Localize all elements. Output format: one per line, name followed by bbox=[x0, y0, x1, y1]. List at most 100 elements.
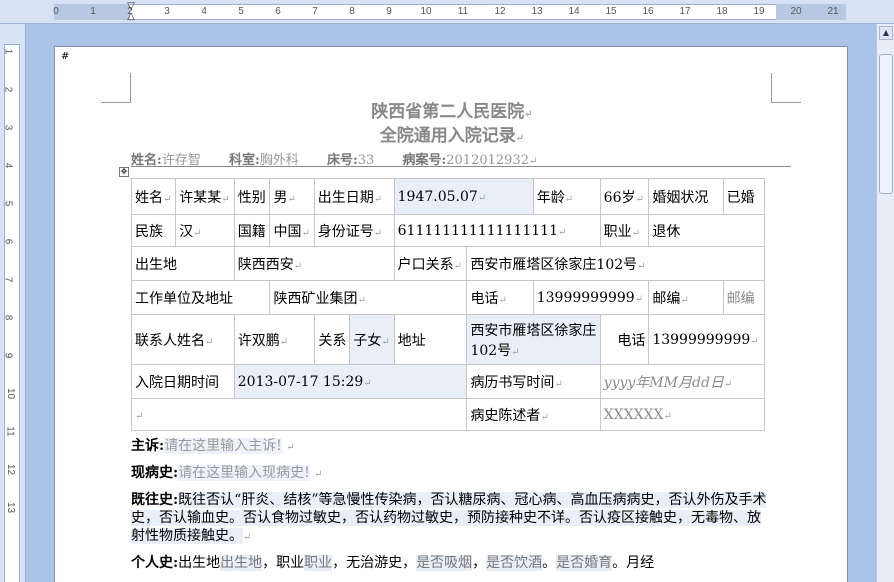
horizontal-ruler[interactable]: 0 1 2 3 4 5 6 7 8 9 10 11 12 13 14 15 16 17 18 19 20 21 ▽ △ bbox=[0, 0, 894, 24]
ruler-number: 3 bbox=[2, 124, 14, 131]
marriage-input[interactable]: 是否婚育 bbox=[556, 555, 613, 571]
narrator-label: 病史陈述者↵ bbox=[466, 398, 601, 431]
ruler-number: 15 bbox=[605, 6, 617, 17]
complaint-paragraph[interactable]: 主诉:请在这里输入主诉! ↵ bbox=[131, 437, 771, 457]
age-label: 年龄↵ bbox=[532, 178, 601, 215]
indent-marker-icon[interactable]: ▽ △ bbox=[126, 2, 136, 22]
table-move-handle-icon[interactable]: ✥ bbox=[119, 167, 129, 177]
relation-field[interactable]: 子女↵ bbox=[349, 314, 395, 365]
narrator-field[interactable]: XXXXXX↵ bbox=[599, 398, 766, 431]
birth-field[interactable]: 1947.05.07↵ bbox=[393, 178, 534, 215]
table-row: 出生地 陕西西安↵ 户口关系↵ 西安市雁塔区徐家庄102号↵ bbox=[131, 246, 765, 281]
vertical-scrollbar[interactable]: ▲ bbox=[876, 24, 894, 582]
smoking-input[interactable]: 是否吸烟 bbox=[416, 555, 473, 571]
contact-field[interactable]: 许双鹏↵ bbox=[233, 314, 315, 365]
id-field[interactable]: 611111111111111111↵ bbox=[393, 214, 601, 247]
hospital-title: 陕西省第二人民医院↵ bbox=[371, 102, 533, 122]
present-history-input[interactable]: 请在这里输入现病史! bbox=[178, 465, 310, 481]
vertical-ruler[interactable]: 1 2 3 4 5 6 7 8 9 10 11 12 13 bbox=[0, 24, 26, 582]
ruler-number: 6 bbox=[2, 238, 14, 245]
sex-label: 性别 bbox=[233, 178, 271, 215]
marital-field[interactable]: 已婚 bbox=[722, 178, 766, 215]
age-field[interactable]: 66岁↵ bbox=[599, 178, 650, 215]
present-history-paragraph[interactable]: 现病史:请在这里输入现病史! ↵ bbox=[131, 464, 771, 484]
table-row: 联系人姓名↵ 许双鹏↵ 关系 子女↵ 地址 西安市雁塔区徐家庄102号↵ 电话 … bbox=[131, 314, 765, 365]
phone-field[interactable]: 13999999999↵ bbox=[532, 280, 650, 315]
empty-cell[interactable]: ↵ bbox=[130, 398, 468, 431]
birthplace-field[interactable]: 陕西西安↵ bbox=[233, 246, 395, 281]
ruler-number: 10 bbox=[420, 6, 432, 17]
ruler-number: 14 bbox=[568, 6, 580, 17]
scrollbar-thumb[interactable] bbox=[879, 54, 893, 194]
birthplace-input[interactable]: 出生地 bbox=[220, 555, 263, 571]
ruler-number: 13 bbox=[531, 6, 543, 17]
zip-label: 邮编↵ bbox=[648, 280, 724, 315]
contact-phone-field[interactable]: 13999999999↵ bbox=[648, 314, 765, 365]
work-label: 工作单位及地址 bbox=[130, 280, 271, 315]
phone-label: 电话↵ bbox=[466, 280, 534, 315]
ruler-number: 9 bbox=[2, 352, 14, 359]
write-time-field[interactable]: yyyy年MM月dd日↵ bbox=[599, 364, 766, 399]
job-field[interactable]: 退休 bbox=[648, 214, 765, 247]
addr-field[interactable]: 西安市雁塔区徐家庄102号↵ bbox=[466, 314, 601, 365]
work-field[interactable]: 陕西矿业集团↵ bbox=[269, 280, 468, 315]
admit-label: 入院日期时间 bbox=[131, 364, 235, 399]
table-row: 民族 汉↵ 国籍 中国↵ 身份证号↵ 611111111111111111↵ 职… bbox=[130, 214, 765, 247]
personal-history-paragraph[interactable]: 个人史:出生地出生地，职业职业，无治游史，是否吸烟，是否饮酒。是否婚育。月经 bbox=[131, 554, 771, 572]
ruler-number: 5 bbox=[238, 6, 244, 17]
ruler-number: 12 bbox=[5, 463, 17, 476]
ruler-number: 10 bbox=[5, 387, 17, 400]
name-label: 姓名↵ bbox=[130, 178, 177, 215]
birth-label: 出生日期↵ bbox=[313, 178, 395, 215]
ruler-number: 20 bbox=[790, 6, 802, 17]
anchor-mark: # bbox=[61, 51, 70, 62]
table-row: 工作单位及地址 陕西矿业集团↵ 电话↵ 13999999999↵ 邮编↵ 邮编 bbox=[130, 280, 766, 315]
job-input[interactable]: 职业 bbox=[304, 555, 333, 571]
hukou-label: 户口关系↵ bbox=[393, 246, 468, 281]
ruler-number: 18 bbox=[716, 6, 728, 17]
relation-label: 关系 bbox=[313, 314, 351, 365]
scroll-up-icon[interactable]: ▲ bbox=[879, 26, 893, 40]
zip-field[interactable]: 邮编 bbox=[722, 280, 766, 315]
record-body[interactable]: 主诉:请在这里输入主诉! ↵ 现病史:请在这里输入现病史! ↵ 既往史:既往否认… bbox=[131, 437, 771, 579]
patient-info-header: 姓名:许存智 科室:胸外科 床号:33 病案号:2012012932↵ bbox=[131, 149, 791, 168]
drinking-input[interactable]: 是否饮酒 bbox=[486, 555, 543, 571]
ruler-number: 6 bbox=[275, 6, 281, 17]
document-page[interactable]: # 陕西省第二人民医院↵ 全院通用入院记录↵ 姓名:许存智 科室:胸外科 床号:… bbox=[54, 46, 848, 582]
marital-label: 婚姻状况 bbox=[648, 178, 724, 215]
table-row: ↵ 病史陈述者↵ XXXXXX↵ bbox=[130, 398, 766, 431]
ruler-number: 8 bbox=[2, 314, 14, 321]
ruler-number: 5 bbox=[2, 200, 14, 207]
birthplace-label: 出生地 bbox=[131, 246, 235, 281]
table-row: 姓名↵ 许某某↵ 性别 男↵ 出生日期↵ 1947.05.07↵ 年龄↵ 66岁… bbox=[130, 178, 766, 215]
ethnic-field[interactable]: 汉↵ bbox=[175, 214, 235, 247]
complaint-input[interactable]: 请在这里输入主诉! bbox=[164, 438, 282, 454]
job-label: 职业↵ bbox=[599, 214, 650, 247]
ruler-number: 4 bbox=[2, 162, 14, 169]
name-field[interactable]: 许某某↵ bbox=[175, 178, 235, 215]
table-row: 入院日期时间 2013-07-17 15:29↵ 病历书写时间↵ yyyy年MM… bbox=[131, 364, 766, 399]
past-history-paragraph[interactable]: 既往史:既往否认“肝炎、结核”等急慢性传染病，否认糖尿病、冠心病、高血压病病史，… bbox=[131, 491, 771, 547]
nation-field[interactable]: 中国↵ bbox=[269, 214, 315, 247]
ruler-number: 4 bbox=[201, 6, 207, 17]
ruler-number: 13 bbox=[5, 501, 17, 514]
ruler-number: 11 bbox=[457, 6, 469, 17]
write-time-label: 病历书写时间↵ bbox=[466, 364, 601, 399]
hukou-field[interactable]: 西安市雁塔区徐家庄102号↵ bbox=[466, 246, 765, 281]
id-label: 身份证号↵ bbox=[313, 214, 395, 247]
record-title: 全院通用入院记录↵ bbox=[379, 126, 525, 146]
admit-field[interactable]: 2013-07-17 15:29↵ bbox=[233, 364, 468, 399]
sex-field[interactable]: 男↵ bbox=[269, 178, 315, 215]
ruler-number: 0 bbox=[53, 6, 59, 17]
contact-phone-label: 电话 bbox=[599, 314, 650, 365]
ruler-number: 7 bbox=[312, 6, 318, 17]
ruler-number: 2 bbox=[2, 86, 14, 93]
ruler-number: 9 bbox=[386, 6, 392, 17]
addr-label: 地址 bbox=[393, 314, 468, 365]
ruler-number: 21 bbox=[827, 6, 839, 17]
ruler-number: 16 bbox=[642, 6, 654, 17]
ruler-number: 8 bbox=[349, 6, 355, 17]
ruler-number: 11 bbox=[4, 426, 16, 437]
ruler-number: 19 bbox=[753, 6, 765, 17]
ruler-number: 1 bbox=[2, 48, 14, 55]
